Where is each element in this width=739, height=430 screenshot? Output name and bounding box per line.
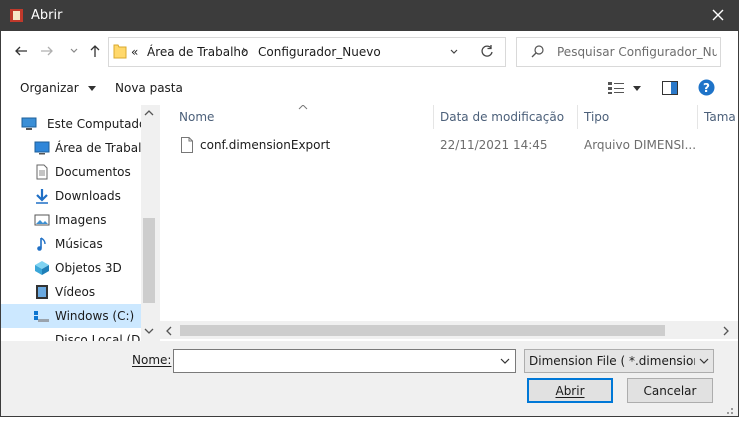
arrow-up-icon — [90, 45, 100, 57]
column-divider[interactable] — [697, 105, 698, 129]
forward-button[interactable] — [37, 41, 57, 61]
view-options-icon[interactable] — [607, 81, 625, 95]
breadcrumb-current[interactable]: Configurador_Nuevo — [258, 45, 381, 59]
scrollbar-thumb[interactable] — [143, 218, 155, 303]
sidebar-item-label: Downloads — [55, 189, 121, 203]
column-divider[interactable] — [433, 105, 434, 129]
close-icon[interactable] — [710, 7, 726, 23]
sidebar-item-label: Documentos — [55, 165, 131, 179]
file-name: conf.dimensionExport — [200, 138, 331, 152]
search-icon — [531, 45, 544, 58]
organize-button[interactable]: Organizar — [20, 81, 96, 95]
caret-down-icon — [87, 86, 96, 91]
column-header-name[interactable]: Nome — [179, 110, 214, 134]
sidebar-item-this-pc[interactable]: Este Computador — [1, 112, 151, 136]
sidebar-item-desktop[interactable]: Área de Trabalho — [1, 136, 156, 160]
open-button-label: Abrir — [555, 383, 585, 398]
column-header-size[interactable]: Tama — [704, 110, 736, 134]
column-header-type[interactable]: Tipo — [584, 110, 609, 134]
file-type-value: Dimension File ( *.dimensionExport) — [529, 354, 695, 368]
sidebar-item-label: Imagens — [55, 213, 107, 227]
navigation-bar: « Área de Trabalho › Configurador_Nuevo … — [1, 31, 738, 71]
file-list: Nome Data de modificação Tipo Tama conf.… — [160, 105, 738, 341]
preview-pane-icon[interactable] — [662, 81, 678, 95]
chevron-down-icon — [699, 358, 709, 364]
file-list-horizontal-scrollbar[interactable] — [160, 321, 738, 339]
sort-ascending-icon — [298, 105, 308, 110]
videos-icon — [36, 285, 48, 299]
sidebar-item-pictures[interactable]: Imagens — [1, 208, 141, 232]
file-type-select[interactable]: Dimension File ( *.dimensionExport) — [524, 349, 714, 373]
documents-icon — [36, 164, 48, 180]
sidebar-item-label: Objetos 3D — [55, 261, 122, 275]
dialog-footer: Nome: Dimension File ( *.dimensionExport… — [1, 341, 738, 416]
column-header-modified[interactable]: Data de modificação — [440, 110, 564, 134]
sidebar-item-disk-d[interactable]: Disco Local (D:) — [1, 328, 149, 341]
svg-text:?: ? — [703, 81, 710, 95]
sidebar-item-label: Este Computador — [47, 117, 152, 131]
scroll-up-icon[interactable] — [144, 109, 154, 117]
sidebar-item-videos[interactable]: Vídeos — [1, 280, 141, 304]
scroll-down-icon[interactable] — [144, 327, 154, 335]
sidebar-item-music[interactable]: Músicas — [1, 232, 141, 256]
search-box[interactable]: Pesquisar Configurador_Nue... — [516, 37, 721, 67]
chevron-down-icon — [70, 48, 78, 53]
sidebar-item-label: Windows (C:) — [55, 309, 135, 323]
open-dialog: Abrir « Área de Trabalho › Configurador_… — [0, 0, 739, 417]
scroll-left-icon[interactable] — [165, 326, 173, 336]
music-icon — [37, 237, 46, 251]
file-name-input[interactable] — [173, 349, 516, 373]
help-icon[interactable]: ? — [698, 79, 715, 96]
scrollbar-thumb[interactable] — [180, 325, 665, 336]
computer-icon — [21, 117, 37, 130]
arrow-right-icon — [41, 46, 53, 56]
up-button[interactable] — [85, 41, 105, 61]
address-bar[interactable]: « Área de Trabalho › Configurador_Nuevo — [108, 37, 506, 67]
file-modified: 22/11/2021 14:45 — [440, 138, 548, 152]
sidebar-item-label: Disco Local (D:) — [55, 333, 150, 341]
cancel-button-label: Cancelar — [643, 383, 697, 398]
caret-down-icon[interactable] — [633, 86, 641, 92]
column-divider[interactable] — [577, 105, 578, 129]
cancel-button[interactable]: Cancelar — [627, 378, 713, 403]
pictures-icon — [34, 214, 50, 226]
chevron-down-icon[interactable] — [500, 357, 510, 365]
sidebar-scrollbar[interactable] — [141, 105, 157, 341]
open-button[interactable]: Abrir — [527, 378, 613, 403]
sidebar-item-3d-objects[interactable]: Objetos 3D — [1, 256, 141, 280]
arrow-left-icon — [15, 46, 27, 56]
breadcrumb-desktop[interactable]: Área de Trabalho — [147, 45, 248, 59]
search-placeholder[interactable]: Pesquisar Configurador_Nue... — [557, 45, 717, 59]
refresh-icon[interactable] — [480, 44, 494, 58]
desktop-icon — [34, 141, 50, 155]
resize-grip-icon[interactable] — [722, 403, 734, 415]
breadcrumb-separator[interactable]: › — [242, 43, 247, 57]
command-bar: Organizar Nova pasta ? — [1, 71, 738, 106]
sidebar-item-documents[interactable]: Documentos — [1, 160, 141, 184]
table-row[interactable]: conf.dimensionExport 22/11/2021 14:45 Ar… — [160, 134, 738, 156]
drive-icon — [34, 332, 50, 341]
window-title: Abrir — [31, 8, 63, 23]
breadcrumb-overflow[interactable]: « — [131, 45, 138, 59]
file-name-label: Nome: — [132, 353, 172, 367]
objects-3d-icon — [35, 261, 49, 275]
app-icon — [10, 9, 23, 22]
title-bar: Abrir — [1, 0, 738, 32]
sidebar-item-downloads[interactable]: Downloads — [1, 184, 141, 208]
drive-icon — [34, 311, 49, 322]
sidebar-item-label: Músicas — [55, 237, 103, 251]
scroll-right-icon[interactable] — [722, 326, 730, 336]
navigation-pane: Este Computador Área de Trabalho Documen… — [1, 105, 157, 341]
folder-icon — [113, 44, 127, 59]
sidebar-item-label: Vídeos — [55, 285, 96, 299]
file-icon — [181, 137, 193, 153]
recent-locations-button[interactable] — [64, 41, 84, 61]
file-type: Arquivo DIMENSI... — [584, 138, 697, 152]
new-folder-button[interactable]: Nova pasta — [115, 81, 183, 95]
chevron-down-icon[interactable] — [449, 47, 459, 57]
organize-label: Organizar — [20, 81, 79, 95]
back-button[interactable] — [11, 41, 31, 61]
downloads-icon — [36, 189, 48, 204]
sidebar-item-windows-c[interactable]: Windows (C:) — [1, 304, 141, 328]
